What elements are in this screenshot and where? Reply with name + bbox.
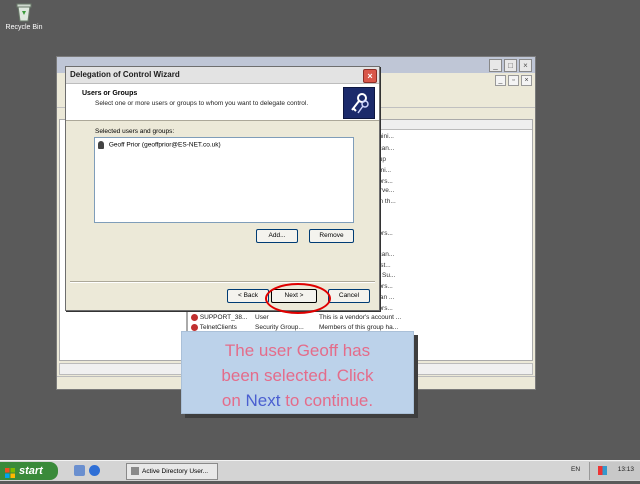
row-name: SUPPORT_38... <box>199 314 248 322</box>
cancel-button[interactable]: Cancel <box>328 289 370 303</box>
callout-line-1: The user Geoff has <box>224 341 371 360</box>
user-icon <box>98 141 104 149</box>
back-button[interactable]: < Back <box>227 289 269 303</box>
step-subtitle: Select one or more users or groups to wh… <box>95 100 309 107</box>
network-icon[interactable] <box>598 466 607 475</box>
row-description: Members of this group ha... <box>319 324 399 331</box>
clock[interactable]: 13:13 <box>618 466 634 473</box>
wizard-header: Users or Groups Select one or more users… <box>66 84 379 121</box>
tutorial-callout: The user Geoff has been selected. Click … <box>181 331 414 414</box>
row-type: Security Group... <box>255 324 304 331</box>
app-icon <box>131 467 139 476</box>
quick-launch-browser-icon[interactable] <box>89 465 100 476</box>
step-title: Users or Groups <box>82 90 138 97</box>
selected-user-name: Geoff Prior (geoffprior@ES-NET.co.uk) <box>108 141 221 149</box>
windows-flag-icon <box>5 466 15 478</box>
wizard-titlebar[interactable]: Delegation of Control Wizard <box>66 67 379 84</box>
selected-users-label: Selected users and groups: <box>95 128 175 135</box>
inner-close-button[interactable]: × <box>521 75 532 86</box>
maximize-button[interactable]: □ <box>504 59 517 72</box>
inner-restore-button[interactable]: ▫ <box>508 75 519 86</box>
taskbar-item-label: Active Directory User... <box>142 468 209 475</box>
language-indicator[interactable]: EN <box>571 466 580 473</box>
delegation-wizard-dialog[interactable]: Delegation of Control Wizard × Users or … <box>65 66 380 311</box>
remove-button[interactable]: Remove <box>309 229 354 243</box>
button-separator <box>70 281 375 283</box>
selected-users-listbox[interactable]: Geoff Prior (geoffprior@ES-NET.co.uk) <box>94 137 354 223</box>
close-button[interactable]: × <box>519 59 532 72</box>
taskbar: start Active Directory User... EN 13:13 <box>0 460 640 481</box>
start-label: start <box>19 465 43 477</box>
callout-line-3-post: to continue. <box>280 391 374 410</box>
group-icon <box>191 324 198 331</box>
recycle-bin[interactable]: Recycle Bin <box>4 2 44 31</box>
taskbar-item-active-directory[interactable]: Active Directory User... <box>126 463 218 480</box>
user-icon <box>191 314 198 321</box>
start-button[interactable]: start <box>0 462 58 480</box>
recycle-bin-label: Recycle Bin <box>5 24 43 31</box>
callout-text: The user Geoff has been selected. Click … <box>186 338 409 413</box>
callout-next-word: Next <box>245 391 281 410</box>
inner-minimize-button[interactable]: _ <box>495 75 506 86</box>
next-highlight-ring <box>265 283 331 314</box>
list-item[interactable]: Geoff Prior (geoffprior@ES-NET.co.uk) <box>98 141 221 149</box>
wizard-title: Delegation of Control Wizard <box>70 70 180 79</box>
callout-line-3-pre: on <box>221 391 246 410</box>
callout-line-3: on Next to continue. <box>186 388 409 413</box>
row-description: This is a vendor's account ... <box>319 314 402 321</box>
add-button[interactable]: Add... <box>256 229 298 243</box>
recycle-bin-icon <box>15 2 33 22</box>
row-type: User <box>255 314 269 321</box>
minimize-button[interactable]: _ <box>489 59 502 72</box>
quick-launch-desktop-icon[interactable] <box>74 465 85 476</box>
keys-icon <box>343 87 375 119</box>
wizard-close-button[interactable]: × <box>363 69 377 83</box>
table-row[interactable]: SUPPORT_38... <box>191 314 247 321</box>
callout-line-2: been selected. Click <box>221 366 374 385</box>
